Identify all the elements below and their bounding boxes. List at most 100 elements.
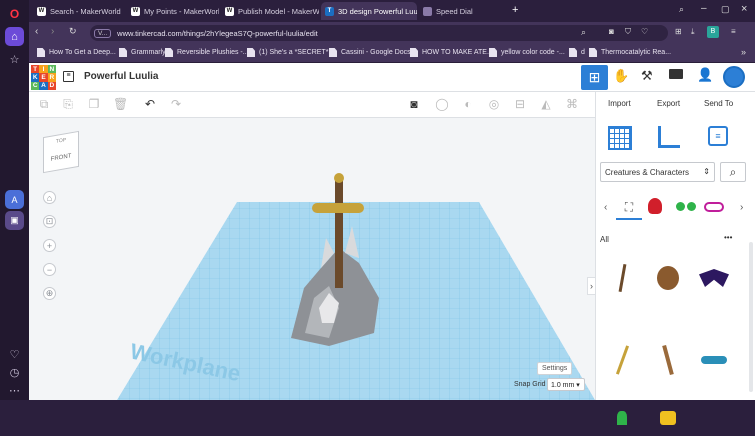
pickaxe-icon[interactable]: ⚒ — [641, 68, 653, 84]
tab-speed-dial[interactable]: Speed Dial — [419, 2, 499, 20]
home-view-icon[interactable]: ⌂ — [43, 191, 56, 204]
knife-part[interactable] — [650, 342, 686, 378]
dart-part[interactable] — [696, 342, 732, 378]
fit-view-icon[interactable]: ⊡ — [43, 215, 56, 228]
teddy-bear-part[interactable] — [650, 260, 686, 296]
ruler-icon[interactable] — [658, 126, 680, 148]
more-options-icon[interactable]: ••• — [724, 233, 732, 242]
shield-icon[interactable]: ⛉ — [625, 27, 631, 37]
import-button[interactable]: Import — [608, 99, 631, 108]
undo-icon[interactable]: ↶ — [143, 97, 157, 111]
chevron-right-icon[interactable]: › — [740, 202, 743, 213]
add-user-icon[interactable]: 👤 — [697, 67, 713, 83]
shape-icon[interactable]: ◐ — [461, 97, 475, 111]
address-bar: ‹ › ↻ V... www.tinkercad.com/things/2hYl… — [29, 22, 755, 44]
tab-3d-design[interactable]: T3D design Powerful Luulia× — [321, 2, 417, 20]
tab-search-makerworld[interactable]: W Search - MakerWorld — [33, 2, 125, 20]
menu-icon[interactable]: ≡ — [731, 27, 736, 36]
design-title[interactable]: Powerful Luulia — [84, 71, 158, 82]
more-bookmarks-icon[interactable]: » — [741, 47, 746, 57]
workspace-icon[interactable]: ▣ — [5, 211, 24, 230]
back-icon[interactable]: ‹ — [35, 26, 38, 37]
plant-part[interactable] — [604, 400, 640, 436]
window-close-icon[interactable]: × — [741, 3, 747, 15]
send-to-button[interactable]: Send To — [704, 99, 733, 108]
panel-scrollbar[interactable] — [749, 242, 753, 392]
tinkercad-logo[interactable]: TIN KER CAD — [31, 65, 56, 90]
notes-shape-icon[interactable]: ≡ — [708, 126, 728, 146]
creature-red-icon[interactable] — [648, 198, 662, 214]
3d-viewport[interactable]: Workplane TOP FRONT ⌂ ⊡ + − ⊕ Settings S… — [29, 118, 595, 400]
group-icon[interactable]: ◎ — [487, 97, 501, 111]
avatar[interactable] — [723, 66, 745, 88]
collapse-panel-icon[interactable]: › — [587, 277, 596, 295]
history-icon[interactable]: ◷ — [5, 363, 24, 382]
search-icon[interactable]: ⌕ — [581, 27, 586, 38]
mirror-icon[interactable]: ◭ — [539, 97, 553, 111]
bookmark-item[interactable]: Grammarly — [119, 48, 166, 57]
3d-view-tab[interactable]: ⊞ — [581, 65, 608, 90]
notes-icon[interactable]: ◙ — [407, 97, 421, 111]
aria-icon[interactable]: A — [5, 190, 24, 209]
minimize-icon[interactable]: – — [701, 3, 707, 14]
bookmark-item[interactable]: HOW TO MAKE ATE... — [410, 48, 493, 57]
robot-part[interactable] — [650, 400, 686, 436]
workplane-canvas[interactable]: Workplane — [29, 118, 595, 400]
new-tab-button[interactable]: + — [512, 4, 518, 16]
search-icon[interactable]: ⌕ — [720, 162, 746, 182]
star-icon[interactable]: ☆ — [5, 50, 24, 69]
extensions-icon[interactable]: ⊞ — [675, 27, 682, 36]
sword-crossguard[interactable] — [312, 203, 364, 213]
bricks-icon[interactable] — [669, 69, 683, 79]
camera-icon[interactable]: ◙ — [609, 27, 614, 36]
design-list-icon[interactable]: ≡ — [63, 71, 74, 82]
download-icon[interactable]: ⤓ — [691, 27, 695, 37]
bookmark-item[interactable]: yellow color code -... — [489, 48, 565, 57]
duplicate-icon[interactable]: ❐ — [87, 97, 101, 111]
maximize-icon[interactable]: ▢ — [721, 4, 730, 15]
viewcube[interactable]: TOP FRONT — [43, 130, 79, 174]
bookmark-item[interactable]: (1) She's a *SECRET*... — [247, 48, 334, 57]
profile-icon[interactable]: B — [707, 26, 719, 38]
align-icon[interactable]: ⊟ — [513, 97, 527, 111]
opera-logo-icon[interactable]: O — [5, 4, 24, 23]
search-tabs-icon[interactable]: ⌕ — [679, 4, 684, 15]
bookmark-item[interactable]: Cassini - Google Docs — [329, 48, 411, 57]
light-icon[interactable]: ◯ — [435, 97, 449, 111]
heart-icon[interactable]: ♡ — [5, 345, 24, 364]
home-icon[interactable]: ⌂ — [5, 27, 24, 46]
bookmark-item[interactable]: How To Get a Deep... — [37, 48, 116, 57]
sword-blade[interactable] — [335, 178, 343, 288]
export-button[interactable]: Export — [657, 99, 680, 108]
snap-grid-select[interactable]: 1.0 mm ▾ — [547, 378, 585, 391]
copy-icon[interactable]: ⧉ — [37, 97, 51, 111]
chevron-left-icon[interactable]: ‹ — [604, 202, 607, 213]
bookmark-item[interactable]: Reversible Plushies -... — [165, 48, 249, 57]
sword-part[interactable] — [604, 342, 640, 378]
redo-icon[interactable]: ↷ — [169, 97, 183, 111]
url-badge[interactable]: V... — [94, 28, 112, 38]
zoom-in-icon[interactable]: + — [43, 239, 56, 252]
tab-publish-model[interactable]: W Publish Model - MakerWo — [221, 2, 319, 20]
bookmark-item[interactable]: d — [569, 48, 585, 57]
perspective-icon[interactable]: ⊕ — [43, 287, 56, 300]
cruise-icon[interactable]: ⌘ — [565, 97, 579, 111]
zoom-out-icon[interactable]: − — [43, 263, 56, 276]
glasses-icon[interactable] — [704, 202, 724, 212]
bat-wing-part[interactable] — [696, 260, 732, 296]
category-select[interactable]: Creatures & Characters ⇕ — [600, 162, 715, 182]
tab-my-points[interactable]: W My Points - MakerWorld — [127, 2, 219, 20]
eyes-green-icon[interactable] — [676, 202, 696, 212]
dagger-part[interactable] — [604, 260, 640, 296]
settings-button[interactable]: Settings — [537, 362, 573, 375]
more-icon[interactable]: ⋯ — [5, 381, 24, 400]
paste-icon[interactable]: ⎘ — [61, 97, 75, 111]
selection-filter-icon[interactable]: ⛶ — [616, 196, 642, 220]
forward-icon[interactable]: › — [51, 26, 54, 37]
grid-shapes-icon[interactable] — [608, 126, 632, 150]
heart-icon[interactable]: ♡ — [641, 27, 648, 36]
trash-icon[interactable]: 🗑 — [113, 97, 128, 111]
bookmark-item[interactable]: Thermocatalytic Rea... — [589, 48, 671, 57]
reload-icon[interactable]: ↻ — [69, 26, 77, 37]
codeblocks-icon[interactable]: ✋ — [613, 68, 629, 84]
